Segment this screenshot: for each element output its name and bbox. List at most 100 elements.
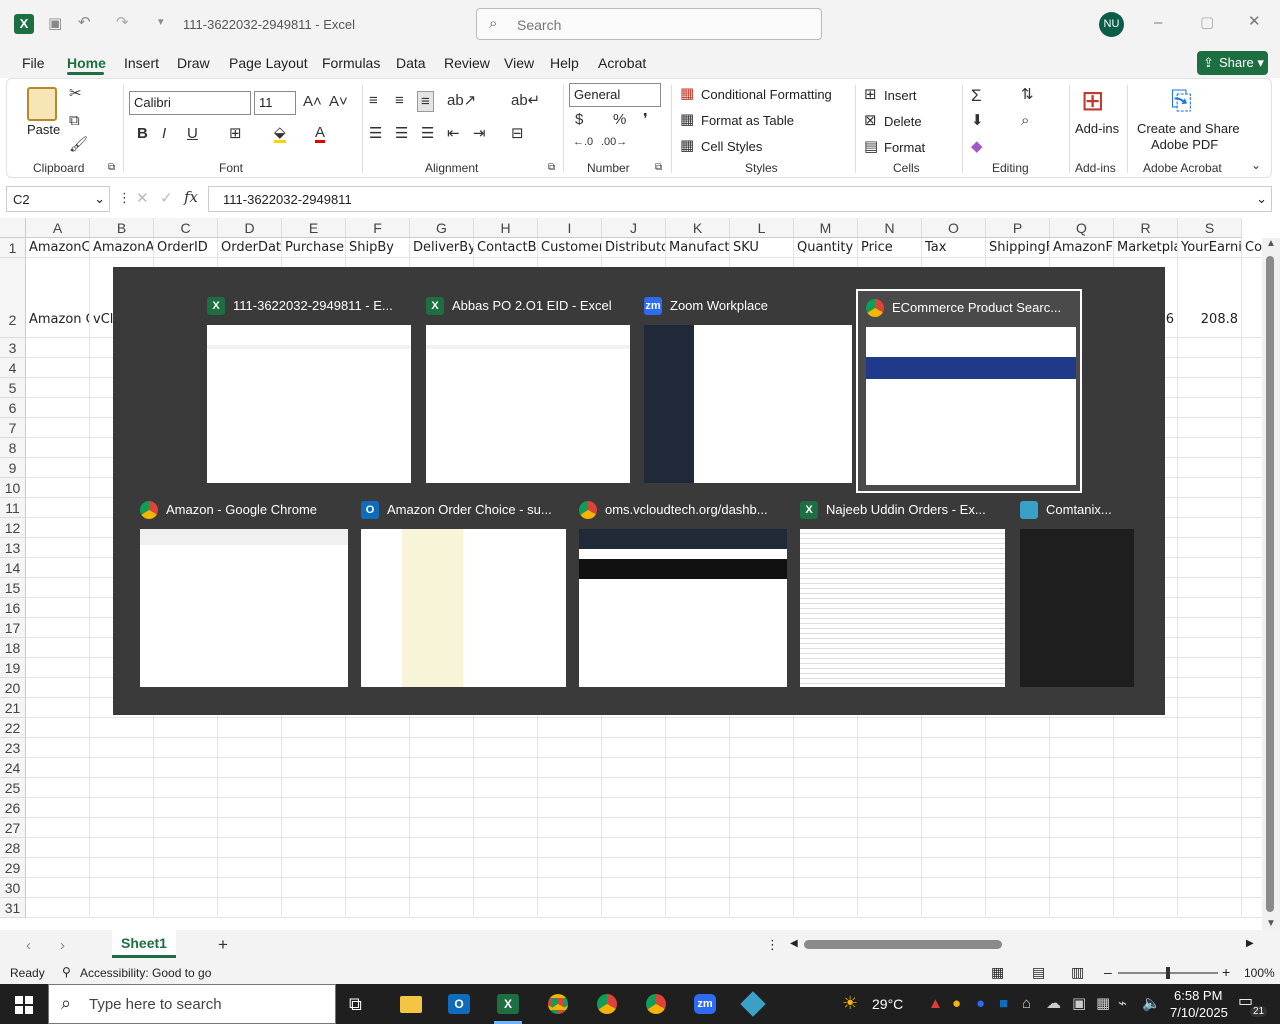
grid-cell[interactable] [90, 718, 154, 738]
grid-cell[interactable] [1114, 878, 1178, 898]
row-header[interactable]: 30 [0, 878, 26, 898]
grid-cell[interactable] [794, 778, 858, 798]
grid-cell[interactable] [602, 818, 666, 838]
switcher-tile[interactable]: X 111-3622032-2949811 - E... [199, 289, 419, 493]
row-header[interactable]: 10 [0, 478, 26, 498]
header-cell[interactable]: ShippingF [986, 238, 1050, 258]
row-header[interactable]: 22 [0, 718, 26, 738]
menu-formulas[interactable]: Formulas [322, 55, 380, 71]
grid-cell[interactable] [1050, 778, 1114, 798]
sort-filter-icon[interactable]: ⇅ [1021, 87, 1034, 102]
grid-cell[interactable] [986, 758, 1050, 778]
grid-cell[interactable] [730, 718, 794, 738]
grid-cell[interactable] [1050, 858, 1114, 878]
grid-cell[interactable] [26, 718, 90, 738]
menu-review[interactable]: Review [444, 55, 490, 71]
column-header[interactable]: N [858, 218, 922, 238]
grid-cell[interactable] [1178, 438, 1242, 458]
font-color-icon[interactable]: A [315, 125, 326, 143]
grid-cell[interactable] [666, 818, 730, 838]
share-button[interactable]: ⇪ Share ▾ [1197, 51, 1268, 75]
grid-cell[interactable] [1114, 818, 1178, 838]
align-right-icon[interactable]: ☰ [421, 126, 434, 141]
grid-cell[interactable] [346, 838, 410, 858]
align-left-icon[interactable]: ☰ [369, 126, 382, 141]
grid-cell[interactable] [1178, 558, 1242, 578]
grid-cell[interactable] [1114, 838, 1178, 858]
grid-cell[interactable] [346, 818, 410, 838]
grid-cell[interactable] [538, 878, 602, 898]
menu-page-layout[interactable]: Page Layout [229, 55, 308, 71]
grid-cell[interactable] [1178, 458, 1242, 478]
grid-cell[interactable] [282, 898, 346, 918]
grid-cell[interactable] [1050, 878, 1114, 898]
adobe-pdf-icon[interactable]: ⎘ [1171, 87, 1192, 113]
grid-cell[interactable] [602, 778, 666, 798]
zoom-in-icon[interactable]: + [1222, 964, 1230, 980]
select-all-corner[interactable] [0, 218, 26, 238]
column-header[interactable]: L [730, 218, 794, 238]
grid-cell[interactable] [474, 858, 538, 878]
grid-cell[interactable] [858, 878, 922, 898]
header-cell[interactable]: AmazonFe [1050, 238, 1114, 258]
column-header[interactable]: G [410, 218, 474, 238]
save-icon[interactable]: ▣ [48, 16, 62, 31]
menu-insert[interactable]: Insert [124, 55, 159, 71]
menu-draw[interactable]: Draw [177, 55, 210, 71]
grid-cell[interactable] [26, 598, 90, 618]
column-header[interactable]: P [986, 218, 1050, 238]
grid-cell[interactable] [26, 578, 90, 598]
clock-time[interactable]: 6:58 PM [1174, 988, 1222, 1003]
zoom-tray-icon[interactable]: ● [976, 996, 985, 1011]
grid-cell[interactable] [154, 758, 218, 778]
grid-cell[interactable] [26, 738, 90, 758]
add-ins-icon[interactable]: ⊞ [1081, 87, 1104, 115]
column-header[interactable]: E [282, 218, 346, 238]
tab-split-icon[interactable]: ⋮ [766, 938, 779, 951]
number-format-select[interactable]: General [569, 83, 661, 107]
grid-cell[interactable] [218, 878, 282, 898]
grid-cell[interactable] [538, 758, 602, 778]
grid-cell[interactable] [90, 798, 154, 818]
outlook-tray-icon[interactable]: ■ [999, 996, 1008, 1011]
row-header[interactable]: 28 [0, 838, 26, 858]
normal-view-icon[interactable]: ▦ [991, 964, 1004, 981]
grid-cell[interactable] [410, 798, 474, 818]
grid-cell[interactable] [154, 778, 218, 798]
grid-cell[interactable] [474, 798, 538, 818]
grid-cell[interactable] [1178, 638, 1242, 658]
grid-cell[interactable] [922, 758, 986, 778]
grid-cell[interactable] [666, 758, 730, 778]
grid-cell[interactable] [858, 898, 922, 918]
grid-cell[interactable] [154, 878, 218, 898]
grid-cell[interactable] [26, 638, 90, 658]
decrease-indent-icon[interactable]: ⇤ [447, 126, 460, 141]
close-icon[interactable]: ✕ [1248, 14, 1261, 29]
font-size-select[interactable]: 11 [254, 91, 296, 115]
grid-cell[interactable] [410, 818, 474, 838]
grid-cell[interactable] [1178, 698, 1242, 718]
row-header[interactable]: 25 [0, 778, 26, 798]
grid-cell[interactable] [346, 898, 410, 918]
grid-cell[interactable] [26, 858, 90, 878]
grid-cell[interactable] [1178, 878, 1242, 898]
page-layout-view-icon[interactable]: ▤ [1032, 964, 1045, 981]
grid-cell[interactable] [26, 618, 90, 638]
grid-cell[interactable] [1178, 478, 1242, 498]
grid-cell[interactable] [26, 878, 90, 898]
column-header[interactable]: S [1178, 218, 1242, 238]
grid-cell[interactable] [1178, 398, 1242, 418]
grid-cell[interactable] [602, 758, 666, 778]
grid-cell[interactable] [602, 738, 666, 758]
italic-icon[interactable]: I [162, 126, 166, 141]
fill-icon[interactable]: ⬇ [971, 113, 984, 128]
grid-cell[interactable] [1178, 658, 1242, 678]
prev-sheet-icon[interactable]: ‹ [26, 938, 31, 953]
percent-icon[interactable]: % [613, 112, 626, 127]
header-cell[interactable]: AmazonCo [26, 238, 90, 258]
copy-icon[interactable]: ⧉ [69, 113, 80, 128]
grid-cell[interactable] [26, 898, 90, 918]
switcher-tile[interactable]: X Abbas PO 2.O1 EID - Excel [418, 289, 638, 493]
grid-cell[interactable] [1178, 778, 1242, 798]
column-header[interactable]: H [474, 218, 538, 238]
